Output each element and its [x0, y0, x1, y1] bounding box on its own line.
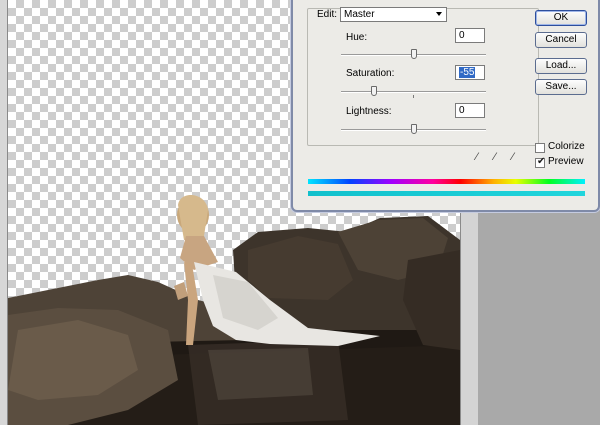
- chevron-down-icon: [436, 12, 442, 16]
- saturation-slider[interactable]: [341, 86, 486, 98]
- checkmark-icon: ✔: [537, 156, 546, 167]
- input-color-spectrum: [308, 179, 585, 184]
- saturation-center-tick: [413, 95, 414, 98]
- hue-label: Hue:: [346, 32, 368, 43]
- edit-dropdown-value: Master: [344, 9, 375, 20]
- hue-saturation-dialog: Edit: Master Hue: 0 Saturation: -55 Ligh…: [291, 0, 600, 212]
- saturation-slider-thumb[interactable]: [371, 86, 377, 96]
- lightness-slider-thumb[interactable]: [411, 124, 417, 134]
- lightness-label: Lightness:: [346, 106, 392, 117]
- eyedropper-minus-icon[interactable]: ⁄: [512, 151, 524, 163]
- preview-label: Preview: [548, 156, 584, 167]
- canvas-left-edge: [0, 0, 8, 425]
- eyedropper-plus-icon[interactable]: ⁄: [494, 151, 506, 163]
- hue-slider[interactable]: [341, 49, 486, 61]
- lightness-value: 0: [459, 105, 465, 116]
- edit-label: Edit:: [317, 9, 338, 20]
- preview-checkbox[interactable]: ✔: [535, 156, 546, 168]
- save-button[interactable]: Save...: [535, 79, 587, 95]
- lightness-field[interactable]: 0: [455, 103, 485, 118]
- ok-button[interactable]: OK: [535, 10, 587, 26]
- saturation-field[interactable]: -55: [455, 65, 485, 80]
- edit-dropdown[interactable]: Master: [340, 7, 447, 22]
- eyedropper-icon[interactable]: ⁄: [476, 151, 488, 163]
- colorize-label: Colorize: [548, 141, 585, 152]
- output-color-spectrum: [308, 191, 585, 196]
- cancel-button[interactable]: Cancel: [535, 32, 587, 48]
- hue-slider-thumb[interactable]: [411, 49, 417, 59]
- hue-value: 0: [459, 30, 465, 41]
- lightness-slider[interactable]: [341, 124, 486, 136]
- saturation-slider-track: [341, 91, 486, 93]
- hue-field[interactable]: 0: [455, 28, 485, 43]
- saturation-value: -55: [459, 67, 476, 78]
- colorize-checkbox[interactable]: [535, 143, 545, 153]
- saturation-label: Saturation:: [346, 68, 395, 79]
- load-button[interactable]: Load...: [535, 58, 587, 74]
